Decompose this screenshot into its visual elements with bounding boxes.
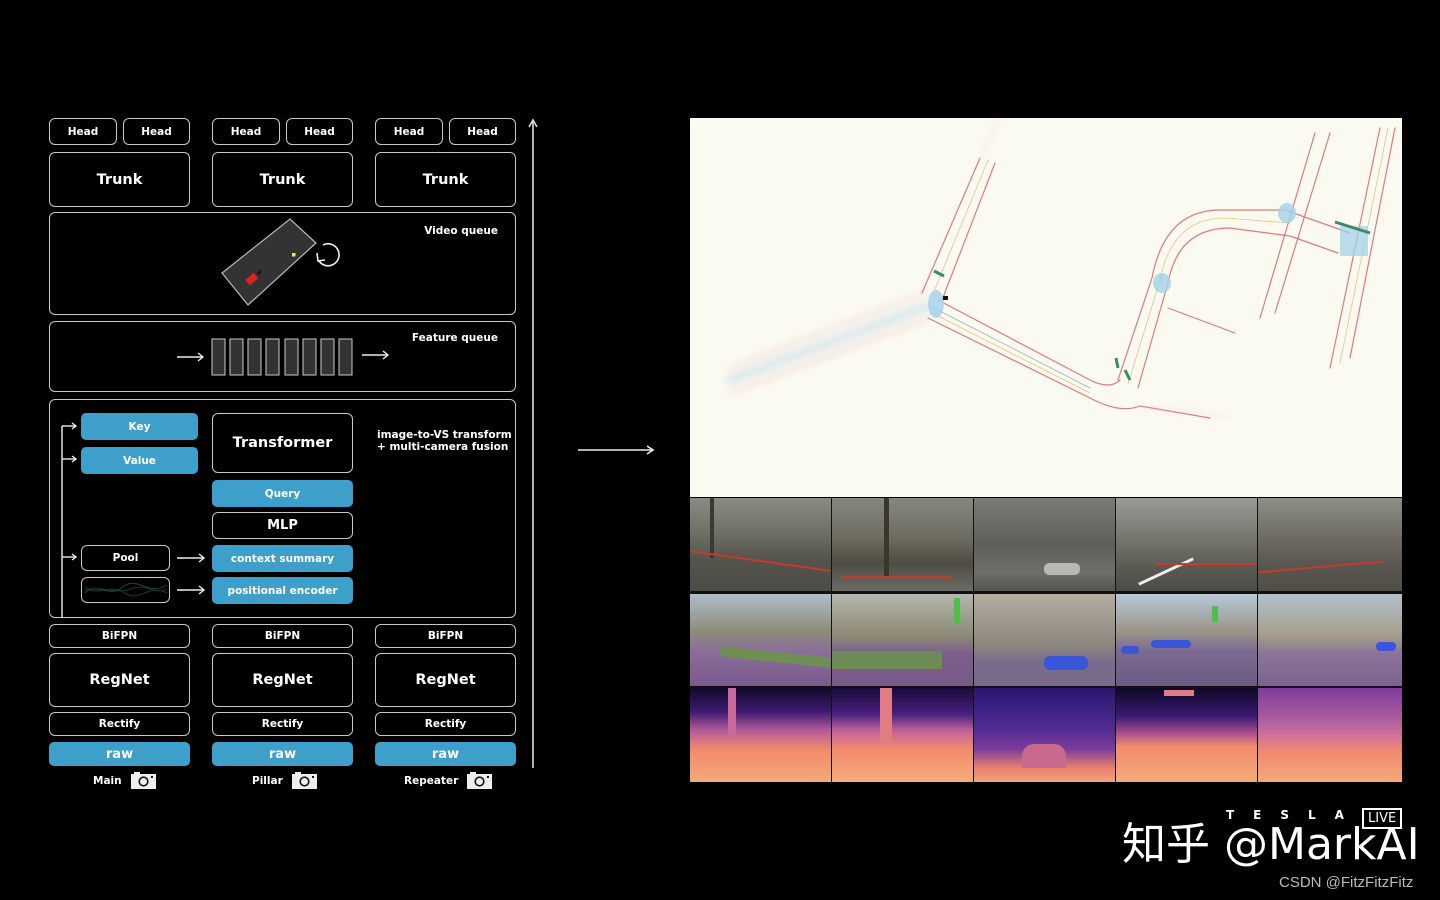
- camera-label: Repeater: [404, 774, 459, 787]
- trunk-box: Trunk: [212, 152, 353, 207]
- raw-box: raw: [375, 742, 516, 766]
- transformer-box: Transformer: [212, 413, 353, 473]
- camera-label: Main: [93, 774, 122, 787]
- camera-icon: [467, 772, 493, 789]
- query-box: Query: [212, 480, 353, 507]
- head-box: Head: [286, 118, 353, 145]
- depth-frame: [832, 688, 973, 782]
- segmentation-frame: [1116, 594, 1257, 686]
- sinusoid-wave-icon: [84, 582, 167, 597]
- raw-box: raw: [212, 742, 353, 766]
- rectify-box: Rectify: [212, 712, 353, 736]
- camera-frame: [974, 498, 1115, 591]
- ego-vehicle: [943, 296, 948, 300]
- camera-grid: [690, 498, 1402, 782]
- bifpn-box: BiFPN: [375, 624, 516, 648]
- head-box: Head: [449, 118, 516, 145]
- segmentation-frame: [1258, 594, 1402, 686]
- head-box: Head: [212, 118, 280, 145]
- vector-space-map: [690, 118, 1402, 497]
- road-map-render: [725, 118, 1396, 419]
- trunk-box: Trunk: [375, 152, 516, 207]
- trunk-box: Trunk: [49, 152, 190, 207]
- key-box: Key: [81, 413, 198, 440]
- camera-pillar: Pillar: [252, 772, 317, 789]
- diagram-to-output-arrow: [578, 445, 655, 455]
- camera-label: Pillar: [252, 774, 283, 787]
- pool-box: Pool: [81, 545, 170, 571]
- rectify-box: Rectify: [375, 712, 516, 736]
- sinusoid-embedding-box: [81, 577, 170, 603]
- head-box: Head: [123, 118, 190, 145]
- video-queue-box: Video queue: [49, 212, 516, 315]
- positional-encoder-box: positional encoder: [212, 577, 353, 604]
- head-box: Head: [49, 118, 117, 145]
- regnet-box: RegNet: [49, 653, 190, 707]
- camera-frame: [832, 498, 973, 591]
- camera-repeater: Repeater: [404, 772, 493, 789]
- video-queue-label: Video queue: [424, 225, 498, 237]
- segmentation-frame: [690, 594, 831, 686]
- intersection-markers: [928, 203, 1368, 318]
- rectify-box: Rectify: [49, 712, 190, 736]
- context-summary-box: context summary: [212, 545, 353, 572]
- camera-icon: [291, 772, 317, 789]
- feature-queue-label: Feature queue: [411, 332, 498, 344]
- segmentation-frame: [832, 594, 973, 686]
- tesla-wordmark: TESLA: [1226, 808, 1363, 822]
- camera-main: Main: [93, 772, 156, 789]
- mlp-box: MLP: [212, 512, 353, 539]
- pool-to-context-arrow: [177, 553, 206, 563]
- camera-frame: [1258, 498, 1402, 591]
- depth-frame: [690, 688, 831, 782]
- feature-queue-slots: [177, 338, 390, 376]
- fusion-description: image-to-VS transform + multi-camera fus…: [377, 429, 512, 453]
- segmentation-frame: [974, 594, 1115, 686]
- feature-queue-box: Feature queue: [49, 321, 516, 392]
- embedding-to-encoder-arrow: [177, 585, 206, 595]
- raw-box: raw: [49, 742, 190, 766]
- regnet-box: RegNet: [375, 653, 516, 707]
- live-badge: LIVE: [1362, 808, 1403, 829]
- depth-frame: [1116, 688, 1257, 782]
- camera-frame: [1116, 498, 1257, 591]
- video-queue-rotating-grid-icon: [221, 218, 340, 306]
- regnet-box: RegNet: [212, 653, 353, 707]
- bifpn-box: BiFPN: [212, 624, 353, 648]
- depth-frame: [1258, 688, 1402, 782]
- bifpn-box: BiFPN: [49, 624, 190, 648]
- camera-frame: [690, 498, 831, 591]
- csdn-watermark: CSDN @FitzFitzFitz: [1279, 874, 1414, 891]
- depth-frame: [974, 688, 1115, 782]
- camera-icon: [130, 772, 156, 789]
- head-box: Head: [375, 118, 443, 145]
- data-flow-up-arrow: [528, 118, 538, 768]
- value-box: Value: [81, 447, 198, 474]
